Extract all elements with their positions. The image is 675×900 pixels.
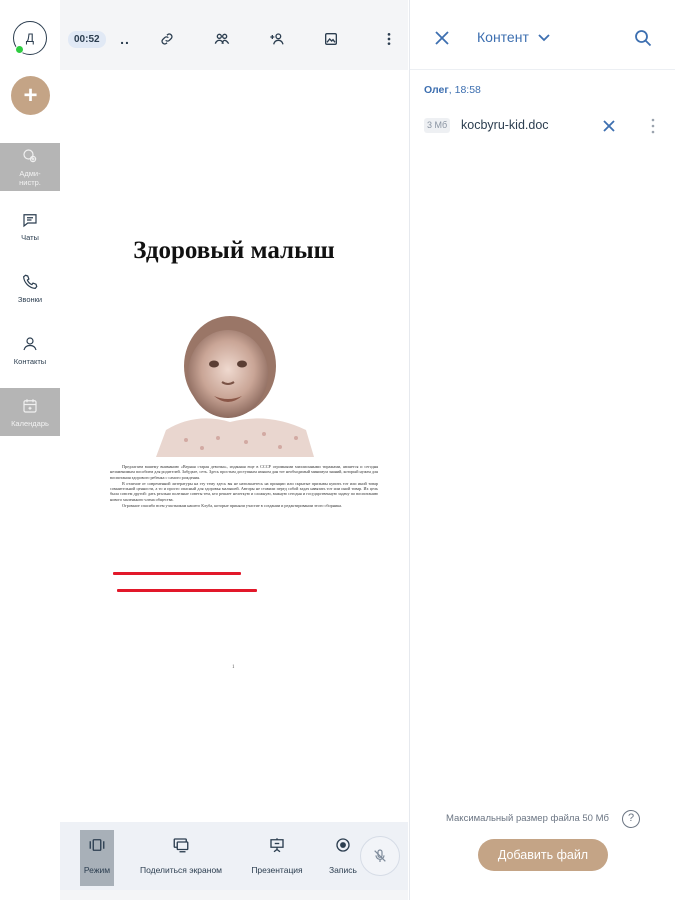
share-screen-button[interactable]: Поделиться экраном — [133, 830, 229, 886]
sidebar-item-label: Чаты — [21, 232, 39, 242]
sidebar-item-calls[interactable]: Звонки — [0, 264, 60, 312]
share-screen-icon — [173, 838, 189, 853]
close-icon[interactable] — [434, 30, 450, 46]
document-paragraph: В отличие от современной литературы на э… — [110, 480, 378, 502]
page-number: 1 — [232, 665, 235, 670]
mode-button[interactable]: Режим — [80, 830, 114, 886]
file-more-icon[interactable] — [650, 118, 656, 134]
remove-file-icon[interactable] — [602, 119, 616, 133]
document-title: Здоровый малыш — [133, 237, 335, 264]
share-screen-label: Поделиться экраном — [139, 865, 223, 875]
add-button[interactable]: + — [11, 76, 50, 115]
avatar[interactable]: Д — [13, 21, 47, 55]
mic-off-icon — [374, 849, 386, 862]
sidebar-item-calendar[interactable]: Календарь — [0, 388, 60, 436]
mic-toggle-button[interactable] — [360, 836, 400, 876]
call-bottom-bar: Режим Поделиться экраном Презентация Зап… — [60, 822, 408, 890]
presentation-icon — [270, 838, 284, 853]
sidebar-item-label: Звонки — [17, 294, 43, 304]
message-time: 18:58 — [454, 84, 481, 96]
call-timer: 00:52 — [68, 31, 106, 48]
more-vertical-icon[interactable] — [380, 30, 398, 48]
image-icon[interactable] — [322, 30, 340, 48]
sidebar-item-label: Адми- нистр. — [19, 169, 41, 187]
max-file-size-note: Максимальный размер файла 50 Мб — [446, 813, 609, 824]
mode-label: Режим — [83, 865, 111, 875]
link-icon[interactable] — [158, 30, 176, 48]
call-main-area: 00:52 .. Здоровый малыш Предлагаем вашем… — [60, 0, 408, 900]
calendar-icon — [23, 398, 37, 413]
record-icon — [336, 838, 350, 852]
sidebar-item-chats[interactable]: Чаты — [0, 202, 60, 250]
document-body: Предлагаем вашему вниманию «Верная стара… — [110, 464, 378, 509]
chat-icon — [23, 213, 37, 227]
participants-icon[interactable] — [213, 30, 231, 48]
left-sidebar: Д + Адми- нистр. Чаты Звонки Контакты Ка… — [0, 0, 60, 900]
chevron-down-icon[interactable] — [538, 33, 550, 43]
add-file-button[interactable]: Добавить файл — [478, 839, 608, 871]
sidebar-item-label: Контакты — [13, 356, 47, 366]
mode-icon — [89, 839, 105, 851]
sidebar-item-admin[interactable]: Адми- нистр. — [0, 143, 60, 191]
content-panel-header: Контент — [410, 0, 675, 70]
record-label: Запись — [329, 865, 357, 875]
search-icon[interactable] — [634, 29, 652, 47]
document-paragraph: Предлагаем вашему вниманию «Верная стара… — [110, 464, 378, 480]
message-author[interactable]: Олег — [424, 84, 449, 96]
message-meta: Олег, 18:58 — [424, 84, 481, 96]
call-toolbar: 00:52 .. — [60, 22, 408, 56]
contacts-icon — [23, 336, 37, 350]
document-paragraph: Огромное спасибо всем участникам нашего … — [122, 503, 343, 509]
record-button[interactable]: Запись — [322, 830, 364, 886]
online-status-dot — [15, 45, 24, 54]
more-dots[interactable]: .. — [116, 30, 134, 48]
avatar-initial: Д — [25, 31, 35, 45]
file-name[interactable]: kocbyru-kid.doc — [461, 118, 549, 132]
add-participant-icon[interactable] — [268, 30, 286, 48]
content-panel: Контент Олег, 18:58 3 Мб kocbyru-kid.doc… — [409, 0, 675, 900]
file-size: 3 Мб — [424, 118, 451, 133]
help-icon[interactable]: ? — [622, 810, 640, 828]
sidebar-item-contacts[interactable]: Контакты — [0, 326, 60, 374]
annotation-redline — [113, 572, 241, 575]
phone-icon — [23, 274, 38, 289]
presentation-button[interactable]: Презентация — [246, 830, 308, 886]
presentation-label: Презентация — [251, 865, 303, 875]
annotation-redline — [117, 589, 257, 592]
baby-photo — [156, 302, 314, 457]
sidebar-item-label: Календарь — [11, 418, 49, 428]
admin-icon — [23, 149, 37, 163]
shared-document-page: Здоровый малыш Предлагаем вашему внимани… — [60, 70, 408, 822]
file-attachment[interactable]: 3 Мб kocbyru-kid.doc — [424, 116, 664, 136]
content-panel-title[interactable]: Контент — [477, 29, 529, 45]
